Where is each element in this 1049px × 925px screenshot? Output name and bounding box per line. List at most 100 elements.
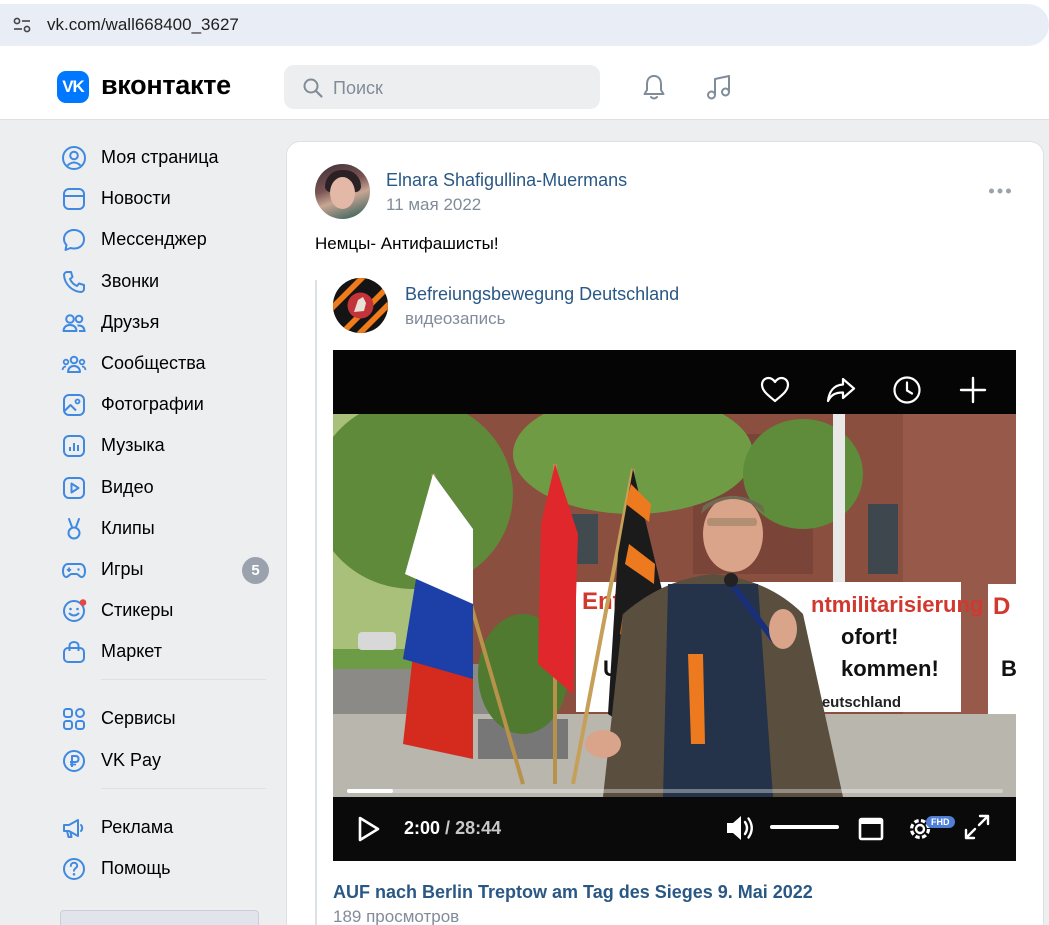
total-time: 28:44 [455,818,502,838]
wall-post: Elnara Shafigullina-Muermans 11 мая 2022… [286,141,1044,925]
banner-text: B [1001,656,1016,681]
sidebar-item-label: Маркет [101,641,162,662]
sidebar-item-label: Фотографии [101,394,204,415]
video-title-link[interactable]: AUF nach Berlin Treptow am Tag des Siege… [333,882,813,903]
sidebar-item-video[interactable]: Видео [58,466,270,507]
sidebar-item-label: Игры [101,558,144,579]
miniplayer-icon[interactable] [855,813,889,847]
post-date[interactable]: 11 мая 2022 [386,195,481,215]
sidebar-item-label: Сообщества [101,352,206,373]
sidebar-item-friends[interactable]: Друзья [58,301,270,342]
clips-icon [67,517,81,540]
sidebar-item-label: Клипы [101,517,155,538]
sidebar-item-music[interactable]: Музыка [58,424,270,465]
author-avatar[interactable] [315,164,370,219]
sidebar-item-label: Видео [101,476,154,497]
sidebar-item-photos[interactable]: Фотографии [58,383,270,424]
volume-slider[interactable] [770,825,839,829]
sidebar-item-communities[interactable]: Сообщества [58,342,270,383]
sidebar-item-clips[interactable]: Клипы [58,507,270,548]
site-header: VK вконтакте [0,52,1049,120]
sidebar-item-label: VK Pay [101,749,162,770]
sidebar-item-label: Моя страница [101,147,219,167]
sidebar-divider [101,787,266,789]
avatar-face [330,177,355,209]
banner-text: ofort! [841,624,898,649]
sidebar-item-ads[interactable]: Реклама [58,806,270,847]
st-george-ribbon-emblem [333,278,388,333]
vk-logo[interactable]: VK [57,71,89,103]
logo-text[interactable]: вконтакте [101,70,231,101]
sidebar-item-calls[interactable]: Звонки [58,260,270,301]
time-separator: / [445,818,451,838]
video-controls: 2:00 / 28:44 FHD [333,797,1016,861]
post-text: Немцы- Антифашисты! [315,234,499,253]
video-views: 189 просмотров [333,907,460,925]
sidebar-item-label: Звонки [101,270,160,291]
sidebar-item-label: Помощь [101,858,171,878]
games-count-badge: 5 [242,556,269,584]
more-options-icon[interactable] [988,186,1012,196]
music-icon [63,435,85,458]
search-icon [303,78,323,98]
repost-author-link[interactable]: Befreiungsbewegung Deutschland [405,284,679,305]
video-frame-scene: Entm ntmilitarisierung ofort! Ur kommen!… [333,414,1016,797]
sidebar-item-label: Сервисы [101,708,176,729]
sidebar-item-label: Мессенджер [101,229,207,250]
market-icon [63,641,85,664]
sidebar-promo-card[interactable] [60,910,259,925]
site-settings-icon[interactable] [12,17,32,33]
browser-toolbar: vk.com/wall668400_3627 [0,0,1049,52]
music-note-icon[interactable] [704,72,734,102]
help-icon [63,858,85,880]
sidebar-item-services[interactable]: Сервисы [58,697,270,738]
post-author-link[interactable]: Elnara Shafigullina-Muermans [386,170,627,191]
message-icon [63,229,85,252]
share-icon[interactable] [824,373,858,407]
address-bar[interactable]: vk.com/wall668400_3627 [0,4,1049,46]
sidebar-item-label: Друзья [101,311,160,332]
watch-later-icon[interactable] [890,373,924,407]
left-sidebar: Моя страница Новости Мессенджер Звонки Д… [58,136,270,888]
repost-type-label: видеозапись [405,309,506,328]
video-top-bar [333,350,1016,414]
like-heart-icon[interactable] [758,373,792,407]
megaphone-icon [63,818,84,838]
sidebar-divider [101,679,266,681]
url-text[interactable]: vk.com/wall668400_3627 [47,15,239,35]
video-time: 2:00 / 28:44 [404,818,501,839]
sidebar-item-games[interactable]: Игры 5 [58,548,270,589]
sidebar-item-label: Музыка [101,435,165,456]
gamepad-icon [62,562,86,578]
fullscreen-icon[interactable] [960,810,994,844]
sidebar-item-messenger[interactable]: Мессенджер [58,218,270,259]
repost-author-avatar[interactable] [333,278,388,333]
bell-icon[interactable] [639,72,669,102]
quality-badge: FHD [926,816,955,828]
sidebar-item-news[interactable]: Новости [58,177,270,218]
sidebar-item-my-page[interactable]: Моя страница [58,136,270,177]
banner-text: Deutschland [811,694,901,711]
play-icon[interactable] [351,812,385,846]
vkpay-icon [63,749,85,772]
video-progress-bar[interactable] [347,789,1003,793]
search-input[interactable] [333,77,583,99]
sidebar-item-label: Стикеры [101,600,174,621]
video-icon [63,476,85,499]
sidebar-item-help[interactable]: Помощь [58,847,270,888]
current-time: 2:00 [404,818,441,838]
video-frame: Entm ntmilitarisierung ofort! Ur kommen!… [333,414,1016,797]
video-player[interactable]: Entm ntmilitarisierung ofort! Ur kommen!… [333,350,1016,861]
communities-icon [61,355,87,373]
sidebar-item-label: Новости [101,188,171,209]
sidebar-item-market[interactable]: Маркет [58,630,270,671]
sidebar-item-stickers[interactable]: Стикеры [58,589,270,630]
sidebar-item-vk-pay[interactable]: VK Pay [58,739,270,780]
volume-icon[interactable] [723,811,757,845]
photo-icon [63,394,85,417]
friends-icon [62,313,86,332]
banner-text: ntmilitarisierung [811,592,983,617]
phone-icon [63,270,85,293]
banner-text: kommen! [841,656,939,681]
add-icon[interactable] [956,373,990,407]
